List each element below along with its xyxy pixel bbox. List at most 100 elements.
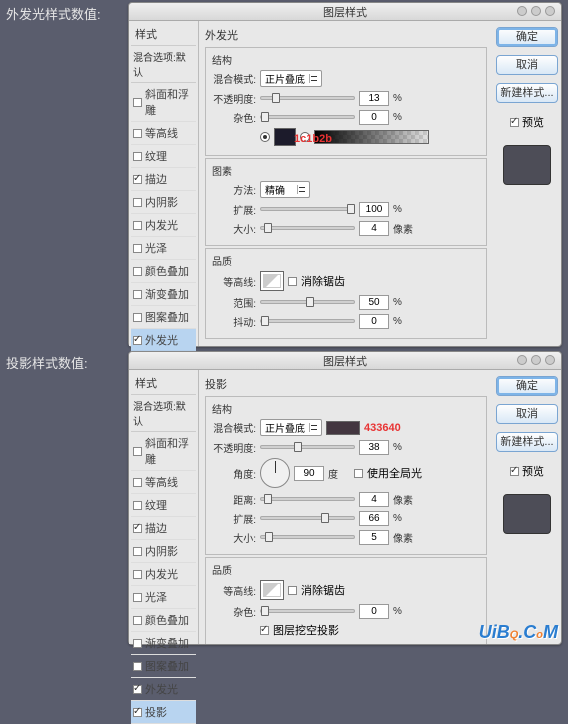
style-checkbox[interactable] xyxy=(133,129,142,138)
color-radio[interactable] xyxy=(260,132,270,142)
anti-alias-checkbox[interactable] xyxy=(288,277,297,286)
contour-swatch[interactable] xyxy=(260,271,284,291)
contour-swatch[interactable] xyxy=(260,580,284,600)
style-checkbox[interactable] xyxy=(133,313,142,322)
style-item[interactable]: 光泽 xyxy=(131,586,196,609)
style-item[interactable]: 纹理 xyxy=(131,494,196,517)
spread-slider[interactable] xyxy=(260,516,355,520)
style-item[interactable]: 光泽 xyxy=(131,237,196,260)
style-item[interactable]: 描边 xyxy=(131,517,196,540)
global-light-checkbox[interactable] xyxy=(354,469,363,478)
style-item[interactable]: 等高线 xyxy=(131,471,196,494)
size-slider[interactable] xyxy=(260,226,355,230)
style-item[interactable]: 内阴影 xyxy=(131,191,196,214)
style-checkbox[interactable] xyxy=(133,221,142,230)
method-select[interactable]: 精确 xyxy=(260,181,310,198)
style-item[interactable]: 投影 xyxy=(131,701,196,724)
opacity-slider[interactable] xyxy=(260,445,355,449)
style-checkbox[interactable] xyxy=(133,267,142,276)
style-checkbox[interactable] xyxy=(133,478,142,487)
style-checkbox[interactable] xyxy=(133,524,142,533)
angle-dial[interactable] xyxy=(260,458,290,488)
style-item[interactable]: 渐变叠加 xyxy=(131,632,196,655)
noise-input[interactable]: 0 xyxy=(359,604,389,619)
style-checkbox[interactable] xyxy=(133,708,142,717)
noise-input[interactable]: 0 xyxy=(359,110,389,125)
noise-label: 杂色: xyxy=(212,604,256,619)
style-checkbox[interactable] xyxy=(133,447,142,456)
style-checkbox[interactable] xyxy=(133,639,142,648)
cancel-button[interactable]: 取消 xyxy=(496,55,558,75)
color-swatch[interactable] xyxy=(274,128,296,146)
window-controls[interactable] xyxy=(517,355,555,365)
style-item[interactable]: 等高线 xyxy=(131,122,196,145)
blend-options-default[interactable]: 混合选项:默认 xyxy=(131,46,196,83)
noise-slider[interactable] xyxy=(260,609,355,613)
style-checkbox[interactable] xyxy=(133,616,142,625)
ok-button[interactable]: 确定 xyxy=(496,376,558,396)
cancel-button[interactable]: 取消 xyxy=(496,404,558,424)
spread-slider[interactable] xyxy=(260,207,355,211)
style-item[interactable]: 颜色叠加 xyxy=(131,609,196,632)
spread-input[interactable]: 100 xyxy=(359,202,389,217)
distance-input[interactable]: 4 xyxy=(359,492,389,507)
style-list-header[interactable]: 样式 xyxy=(131,372,196,395)
ok-button[interactable]: 确定 xyxy=(496,27,558,47)
knockout-checkbox[interactable] xyxy=(260,626,269,635)
size-input[interactable]: 5 xyxy=(359,530,389,545)
preview-checkbox[interactable] xyxy=(510,118,519,127)
style-item[interactable]: 内发光 xyxy=(131,214,196,237)
style-item[interactable]: 图案叠加 xyxy=(131,306,196,329)
style-checkbox[interactable] xyxy=(133,547,142,556)
opacity-input[interactable]: 38 xyxy=(359,440,389,455)
anti-alias-checkbox[interactable] xyxy=(288,586,297,595)
style-checkbox[interactable] xyxy=(133,593,142,602)
style-item[interactable]: 内阴影 xyxy=(131,540,196,563)
style-item[interactable]: 渐变叠加 xyxy=(131,283,196,306)
style-checkbox[interactable] xyxy=(133,152,142,161)
angle-input[interactable]: 90 xyxy=(294,466,324,481)
opacity-input[interactable]: 13 xyxy=(359,91,389,106)
size-input[interactable]: 4 xyxy=(359,221,389,236)
range-slider[interactable] xyxy=(260,300,355,304)
style-item[interactable]: 斜面和浮雕 xyxy=(131,432,196,471)
preview-checkbox[interactable] xyxy=(510,467,519,476)
style-item-label: 图案叠加 xyxy=(145,658,189,674)
style-checkbox[interactable] xyxy=(133,570,142,579)
layer-style-dialog: 图层样式 样式 混合选项:默认 斜面和浮雕等高线纹理描边内阴影内发光光泽颜色叠加… xyxy=(128,351,562,645)
window-controls[interactable] xyxy=(517,6,555,16)
style-checkbox[interactable] xyxy=(133,662,142,671)
noise-slider[interactable] xyxy=(260,115,355,119)
style-item[interactable]: 图案叠加 xyxy=(131,655,196,678)
shadow-color-swatch[interactable] xyxy=(326,421,360,435)
style-item[interactable]: 内发光 xyxy=(131,563,196,586)
range-input[interactable]: 50 xyxy=(359,295,389,310)
style-checkbox[interactable] xyxy=(133,336,142,345)
jitter-input[interactable]: 0 xyxy=(359,314,389,329)
style-item[interactable]: 纹理 xyxy=(131,145,196,168)
spread-input[interactable]: 66 xyxy=(359,511,389,526)
structure-legend: 结构 xyxy=(212,52,480,67)
opacity-slider[interactable] xyxy=(260,96,355,100)
style-checkbox[interactable] xyxy=(133,244,142,253)
blend-mode-select[interactable]: 正片叠底 xyxy=(260,419,322,436)
blend-options-default[interactable]: 混合选项:默认 xyxy=(131,395,196,432)
style-checkbox[interactable] xyxy=(133,290,142,299)
style-checkbox[interactable] xyxy=(133,685,142,694)
style-item[interactable]: 斜面和浮雕 xyxy=(131,83,196,122)
style-item[interactable]: 外发光 xyxy=(131,678,196,701)
style-item[interactable]: 描边 xyxy=(131,168,196,191)
style-checkbox[interactable] xyxy=(133,175,142,184)
style-item[interactable]: 颜色叠加 xyxy=(131,260,196,283)
style-checkbox[interactable] xyxy=(133,98,142,107)
size-slider[interactable] xyxy=(260,535,355,539)
style-item-label: 斜面和浮雕 xyxy=(145,86,194,118)
new-style-button[interactable]: 新建样式... xyxy=(496,432,558,452)
distance-slider[interactable] xyxy=(260,497,355,501)
new-style-button[interactable]: 新建样式... xyxy=(496,83,558,103)
style-checkbox[interactable] xyxy=(133,501,142,510)
blend-mode-select[interactable]: 正片叠底 xyxy=(260,70,322,87)
style-checkbox[interactable] xyxy=(133,198,142,207)
jitter-slider[interactable] xyxy=(260,319,355,323)
style-list-header[interactable]: 样式 xyxy=(131,23,196,46)
